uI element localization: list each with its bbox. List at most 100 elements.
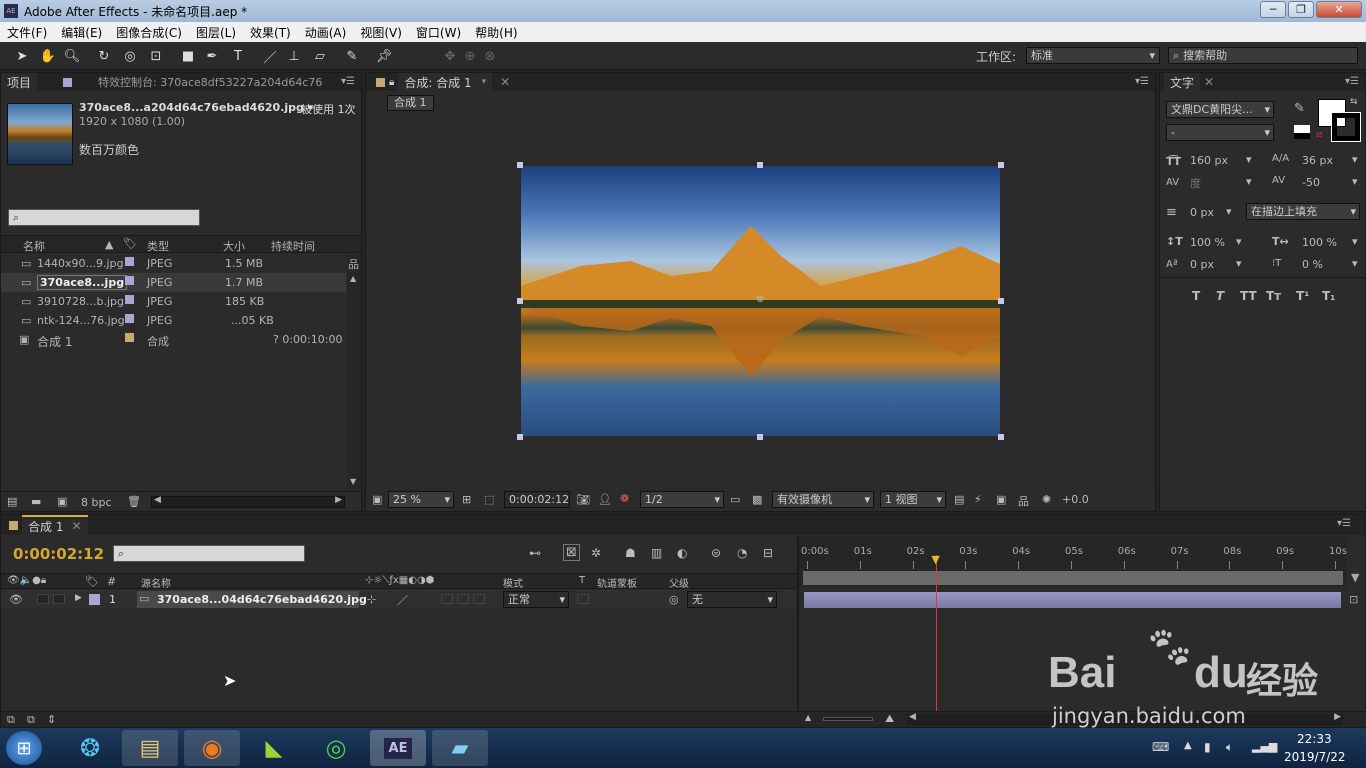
handle[interactable] [757, 434, 763, 440]
playhead[interactable]: ▼ [931, 553, 940, 711]
lock-switch[interactable] [53, 594, 65, 604]
label-swatch[interactable] [89, 594, 100, 605]
network-icon[interactable]: ▂▄▆ [1252, 740, 1277, 753]
snapshot-icon[interactable]: 📷︎ [576, 493, 590, 506]
font-family-select[interactable]: 文鼎DC黄阳尖... ▾ [1166, 101, 1274, 118]
tab-project[interactable]: 项目 [1, 73, 38, 91]
transparency-grid-icon[interactable]: ▩ [752, 493, 762, 506]
after-effects-taskbar-button[interactable]: AE [370, 730, 426, 766]
auto-keyframe-icon[interactable]: ◔ [737, 546, 747, 560]
layer-switch-icon[interactable]: ⊡ [1349, 593, 1358, 606]
list-item[interactable]: ▭ 3910728...b.jpg JPEG 185 KB [1, 292, 346, 311]
col-source-name[interactable]: 源名称 [141, 575, 171, 590]
menu-window[interactable]: 窗口(W) [409, 24, 468, 41]
comp-button-icon[interactable]: ▼ [1351, 571, 1359, 584]
kerning-value[interactable]: 度 [1190, 175, 1201, 191]
current-time-field[interactable]: 0:00:02:12 [504, 491, 570, 508]
project-scrollbar[interactable]: 品 ▲ ▼ [347, 254, 361, 490]
font-style-select[interactable]: - ▾ [1166, 124, 1274, 141]
subscript-button[interactable]: T₁ [1322, 289, 1335, 303]
timeline-search-input[interactable]: ⌕ [113, 545, 305, 562]
motion-blur-icon[interactable]: ◐ [677, 546, 687, 560]
menu-edit[interactable]: 编辑(E) [54, 24, 109, 41]
zoom-slider[interactable] [823, 717, 873, 721]
comp-breadcrumb[interactable]: 合成 1 [387, 95, 434, 111]
lock-icon[interactable]: 🔒︎ [389, 77, 394, 88]
browser-icon[interactable]: ◎ [308, 730, 364, 766]
menu-effect[interactable]: 效果(T) [243, 24, 298, 41]
fast-preview-icon[interactable]: ⚡ [974, 493, 982, 506]
flowchart-icon[interactable]: 品 [348, 256, 359, 272]
label-tag-icon[interactable]: 🏷︎ [123, 237, 137, 250]
views-select[interactable]: 1 视图 ▾ [880, 491, 946, 508]
text-tool-icon[interactable]: T [228, 46, 248, 66]
comp-mini-flowchart-icon[interactable]: ⊷ [529, 546, 541, 560]
close-tab-icon[interactable]: ✕ [71, 519, 81, 533]
handle[interactable] [517, 298, 523, 304]
timeline-icon[interactable]: ▣ [996, 493, 1006, 506]
scroll-right-icon[interactable]: ▶ [335, 495, 342, 505]
brainstorm-icon[interactable]: ⊜ [711, 546, 721, 560]
col-parent[interactable]: 父级 [669, 575, 689, 590]
tray-arrow-icon[interactable]: ▲ [1184, 740, 1192, 751]
project-search-input[interactable]: ⌕ [8, 209, 200, 226]
white-swatch[interactable] [1294, 125, 1310, 133]
power-icon[interactable]: ▮ [1204, 740, 1211, 754]
clock-date[interactable]: 2019/7/22 [1284, 750, 1346, 764]
list-item[interactable]: ▭ ntk-124...76.jpg JPEG ...05 KB [1, 311, 346, 330]
scroll-left-icon[interactable]: ◀ [154, 495, 161, 505]
switch-box[interactable] [473, 594, 485, 604]
handle[interactable] [998, 298, 1004, 304]
minimize-button[interactable]: ─ [1260, 1, 1286, 18]
comp-viewer[interactable]: ⊕ [366, 115, 1155, 487]
panel-menu-icon[interactable]: ▾☰ [1135, 76, 1149, 87]
handle[interactable] [998, 162, 1004, 168]
panel-menu-icon[interactable]: ▾☰ [1337, 518, 1351, 529]
roto-brush-icon[interactable]: ✎ [342, 46, 362, 66]
in-out-icon[interactable]: ⇕ [47, 713, 56, 726]
file-explorer-icon[interactable]: ▤ [122, 730, 178, 766]
horizontal-scale-value[interactable]: 100 % [1302, 236, 1337, 249]
draft-3d-icon[interactable]: ✲ [591, 546, 601, 560]
brush-tool-icon[interactable]: ／ [260, 46, 280, 66]
zoom-tool-icon[interactable]: 🔍︎ [62, 46, 82, 66]
toggle-modes-icon[interactable]: ⧉ [27, 713, 35, 727]
note-app-icon[interactable]: ▰ [432, 730, 488, 766]
eraser-tool-icon[interactable]: ▱ [310, 46, 330, 66]
always-preview-icon[interactable]: ▣ [372, 493, 382, 506]
col-mode[interactable]: 模式 [503, 575, 523, 590]
chevron-down-icon[interactable]: ▾ [1352, 153, 1358, 166]
firefox-icon[interactable]: ◉ [184, 730, 240, 766]
pan-behind-icon[interactable]: ⊡ [146, 46, 166, 66]
chevron-down-icon[interactable]: ▾ [1236, 257, 1242, 270]
menu-composition[interactable]: 图像合成(C) [109, 24, 189, 41]
font-size-value[interactable]: 160 px [1190, 154, 1228, 167]
stroke-mode-select[interactable]: 在描边上填充 ▾ [1246, 203, 1360, 220]
tab-composition[interactable]: 合成: 合成 1 ▾ [398, 73, 493, 91]
rotate-tool-icon[interactable]: ↻ [94, 46, 114, 66]
keyboard-icon[interactable]: ⌨ [1152, 740, 1169, 754]
menu-help[interactable]: 帮助(H) [468, 24, 524, 41]
clock-time[interactable]: 22:33 [1297, 732, 1332, 746]
quality-switch-icon[interactable]: ／ [397, 592, 408, 608]
list-item[interactable]: ▭ 1440x90...9.jpg JPEG 1.5 MB [1, 254, 346, 273]
preserve-transparency-box[interactable] [577, 594, 589, 604]
scroll-left-icon[interactable]: ◀ [909, 712, 916, 722]
faux-bold-button[interactable]: T [1192, 289, 1200, 303]
menu-layer[interactable]: 图层(L) [189, 24, 243, 41]
expand-arrow-icon[interactable]: ▶ [75, 593, 82, 603]
col-track-matte[interactable]: 轨道蒙板 [597, 575, 637, 590]
layer-name-cell[interactable]: ▭ 370ace8...04d64c76ebad4620.jpg [137, 591, 367, 608]
switch-box[interactable] [441, 594, 453, 604]
chevron-down-icon[interactable]: ▾ [1226, 205, 1232, 218]
channel-icon[interactable]: ❁ [620, 492, 629, 505]
eye-icon[interactable]: 👁︎ [9, 593, 23, 606]
tsume-value[interactable]: 0 % [1302, 258, 1323, 271]
chevron-down-icon[interactable]: ▾ [1236, 235, 1242, 248]
camera-select[interactable]: 有效摄像机 ▾ [772, 491, 874, 508]
tracking-value[interactable]: -50 [1302, 176, 1320, 189]
solo-switch[interactable] [37, 594, 49, 604]
hide-shy-icon[interactable]: ☗ [625, 546, 636, 560]
vertical-scale-value[interactable]: 100 % [1190, 236, 1225, 249]
start-button-icon[interactable]: ⊞ [6, 731, 42, 765]
